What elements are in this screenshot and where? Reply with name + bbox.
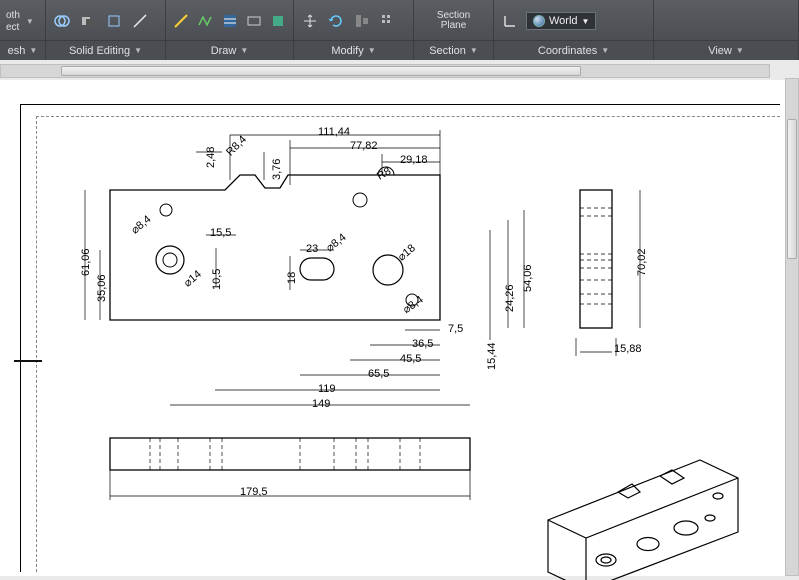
scrollbar-horizontal[interactable] [0,64,770,78]
dim-3-76: 3,76 [271,159,283,180]
chevron-down-icon: ▼ [582,17,590,26]
panel-coordinates: World ▼ Coordinates ▼ [494,0,654,60]
dim-15-88: 15,88 [614,343,642,355]
dim-77-82: 77,82 [350,140,378,152]
dim-111-44: 111,44 [318,126,350,138]
dim-36-5: 36,5 [412,338,433,350]
dim-15-5: 15,5 [210,227,231,239]
ucs-icon[interactable] [500,11,520,31]
mesh-label-text: esh [8,41,26,61]
chevron-down-icon: ▼ [29,41,37,61]
panel-mesh: oth ect ▼ esh ▼ [0,0,46,60]
chevron-down-icon: ▼ [240,41,248,61]
panel-label-draw[interactable]: Draw ▼ [166,40,293,60]
panel-modify: Modify ▼ [294,0,414,60]
line-icon[interactable] [172,11,190,31]
section-label-text: Section [429,41,466,61]
drawing-canvas[interactable]: 111,44 77,82 29,18 2,48 3,76 R8 R8,4 ⌀8,… [0,80,785,576]
dim-54-06: 54,06 [522,264,534,292]
panel-label-section[interactable]: Section ▼ [414,40,493,60]
dim-29-18: 29,18 [400,154,428,166]
scrollbar-vertical[interactable] [785,78,799,576]
dim-65-5: 65,5 [368,368,389,380]
intersect-icon[interactable] [104,11,124,31]
align-icon[interactable] [352,11,372,31]
solid-icons-row [46,0,165,40]
chevron-down-icon: ▼ [134,41,142,61]
slice-icon[interactable] [130,11,150,31]
chevron-down-icon: ▼ [368,41,376,61]
rotate-icon[interactable] [326,11,346,31]
view-label-text: View [708,41,732,61]
chevron-down-icon: ▼ [736,41,744,61]
panel-label-solid[interactable]: Solid Editing ▼ [46,40,165,60]
dim-24-26: 24,26 [504,284,516,312]
move-icon[interactable] [300,11,320,31]
panel-label-mesh[interactable]: esh ▼ [0,40,45,60]
coord-world-text: World [549,15,578,27]
panel-section: Section Plane Section ▼ [414,0,494,60]
region-icon[interactable] [269,11,287,31]
coords-label-text: Coordinates [538,41,597,61]
union-icon[interactable] [52,11,72,31]
dim-45-5: 45,5 [400,353,421,365]
coord-system-select[interactable]: World ▼ [526,12,596,30]
drawing-svg [0,80,785,580]
array-icon[interactable] [378,11,398,31]
solid-label-text: Solid Editing [69,41,130,61]
panel-label-coords[interactable]: Coordinates ▼ [494,40,653,60]
dim-18: 18 [286,272,298,284]
panel-draw: Draw ▼ [166,0,294,60]
rect-icon[interactable] [245,11,263,31]
modify-label-text: Modify [331,41,363,61]
modify-icons-row [294,0,413,40]
panel-label-view[interactable]: View ▼ [654,40,798,60]
draw-icons-row [166,0,293,40]
panel-view: View ▼ [654,0,799,60]
dim-10-5: 10,5 [211,269,223,290]
dim-2-48: 2,48 [205,147,217,168]
panel-solid-editing: Solid Editing ▼ [46,0,166,60]
scrollbar-thumb-h[interactable] [61,66,581,76]
draw-label-text: Draw [211,41,237,61]
dim-35-06: 35,06 [96,274,108,302]
dim-179-5: 179,5 [240,486,268,498]
dim-119: 119 [318,383,336,395]
dim-70-02: 70,02 [636,248,648,276]
section-plane-button[interactable]: Section Plane [437,11,470,31]
polyline-icon[interactable] [196,11,214,31]
mesh-trunc-2: ect [6,22,20,33]
dim-7-5: 7,5 [448,323,463,335]
chevron-down-icon: ▼ [470,41,478,61]
mesh-trunc-1: oth [6,10,20,21]
hatch-icon[interactable] [220,11,238,31]
subtract-icon[interactable] [78,11,98,31]
ribbon: oth ect ▼ esh ▼ Solid Editing [0,0,799,60]
section-label-2: Plane [437,21,470,31]
dim-61-06: 61,06 [80,248,92,276]
dim-23: 23 [306,243,318,255]
scrollbar-thumb-v[interactable] [787,119,797,259]
mesh-drop-icon[interactable]: ▼ [26,17,34,26]
globe-icon [533,15,545,27]
chevron-down-icon: ▼ [601,41,609,61]
dim-149: 149 [312,398,330,410]
dim-15-44: 15,44 [486,342,498,370]
panel-label-modify[interactable]: Modify ▼ [294,40,413,60]
